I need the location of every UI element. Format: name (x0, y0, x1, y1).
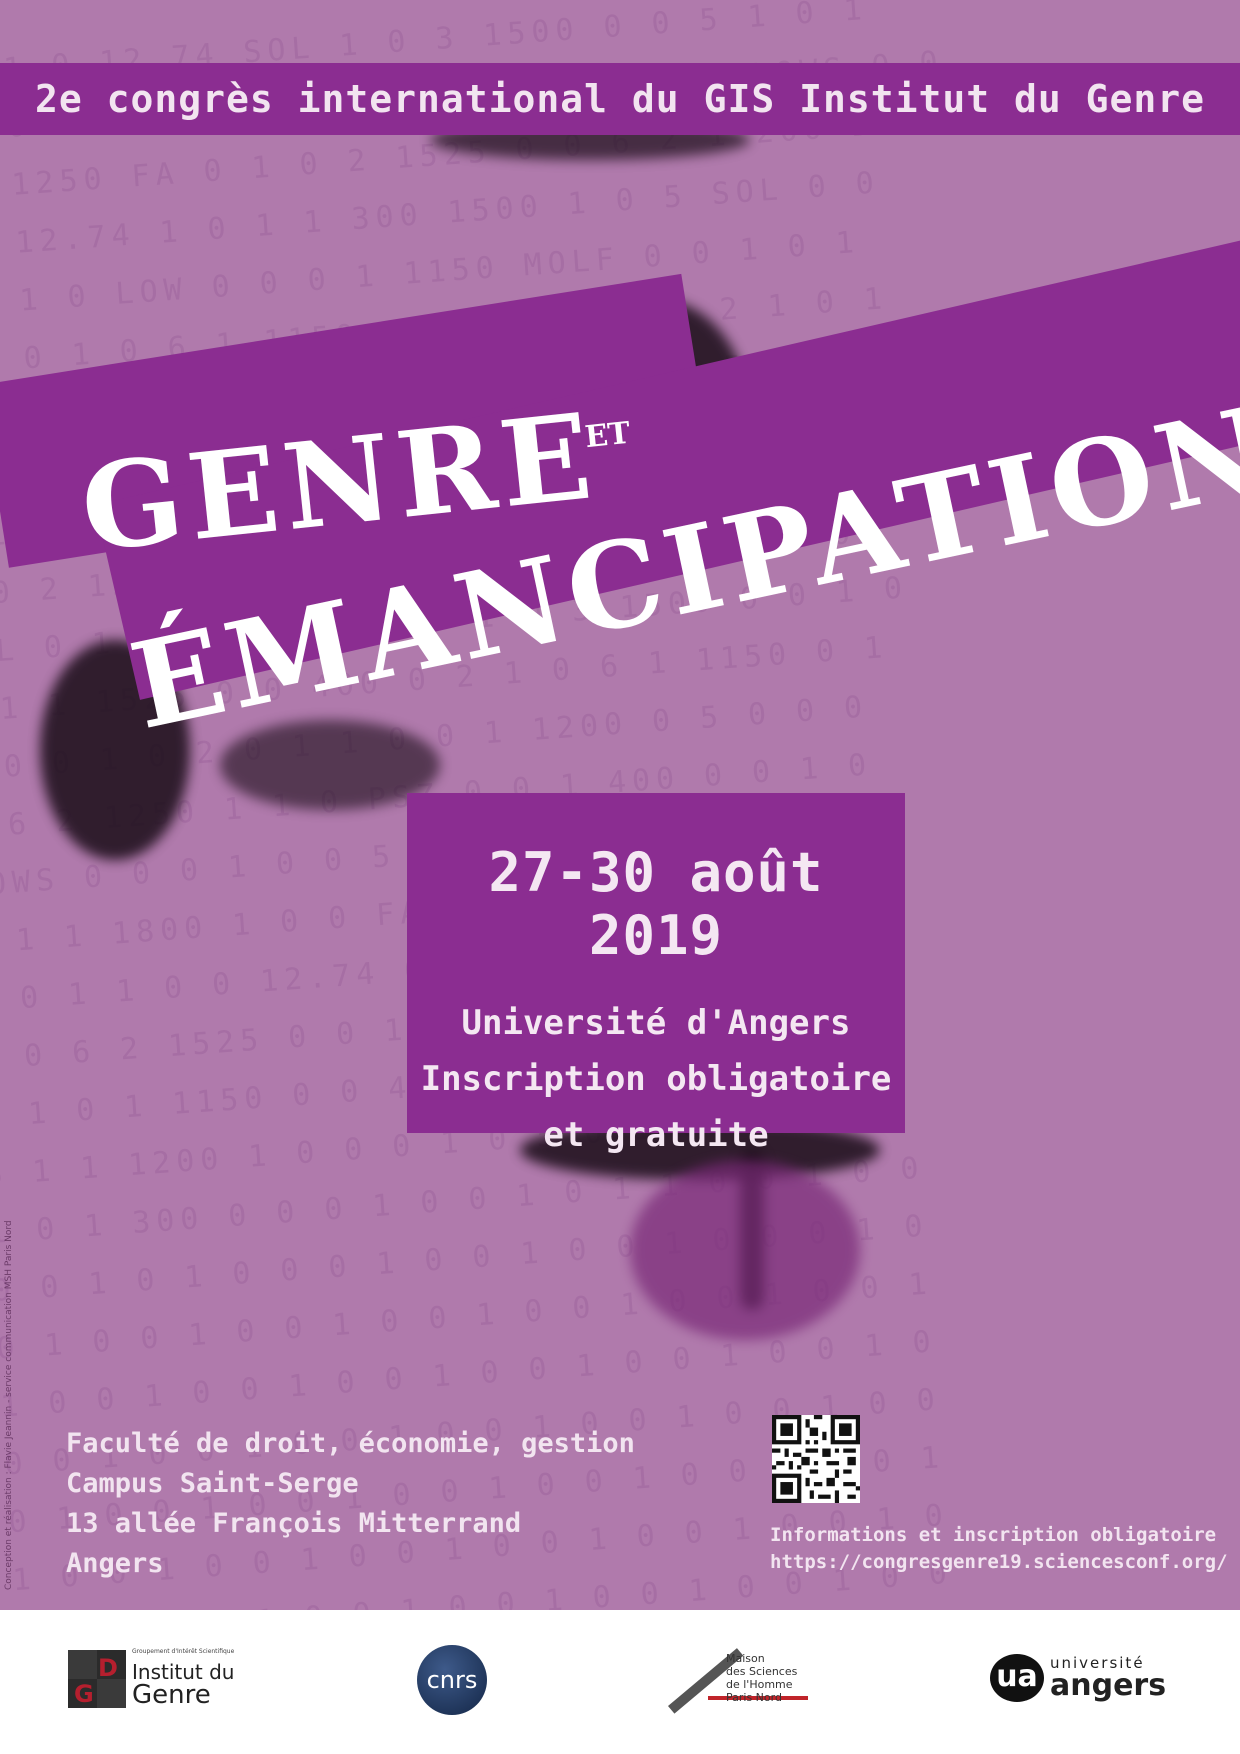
venue-line: Faculté de droit, économie, gestion (66, 1428, 635, 1459)
msh-name-line: de l'Homme Paris Nord (726, 1678, 793, 1704)
ink-splatter (630, 1160, 860, 1340)
svg-text:G: G (74, 1680, 94, 1708)
gis-institut-du-genre-logo: D G Groupement d'Intérêt Scientifique In… (68, 1648, 248, 1710)
universite-angers-logo: ua université angers (990, 1650, 1166, 1710)
gis-subtitle: Groupement d'Intérêt Scientifique (132, 1648, 235, 1655)
design-credit: Conception et réalisation : Flavie Jeann… (4, 1220, 14, 1590)
event-info-box: 27-30 août 2019 Université d'Angers Insc… (407, 793, 905, 1155)
registration-info: Informations et inscription obligatoire … (770, 1522, 1228, 1576)
cnrs-label: cnrs (426, 1666, 478, 1694)
gis-name-line-2: Genre (132, 1680, 211, 1710)
poster: 0 0 1 0 12.74 SOL 1 0 3 1500 0 0 5 1 0 1… (0, 0, 1240, 1610)
msh-paris-nord-logo: Maison des Sciences de l'Homme Paris Nor… (668, 1648, 810, 1714)
msh-name-line: Maison (726, 1652, 765, 1665)
ua-name-line-2: angers (1050, 1668, 1167, 1703)
venue-line: Angers (66, 1548, 164, 1579)
venue-address: Faculté de droit, économie, gestion Camp… (66, 1424, 635, 1584)
registration-label: Informations et inscription obligatoire (770, 1524, 1217, 1546)
event-dates: 27-30 août 2019 (488, 841, 824, 967)
venue-line: Campus Saint-Serge (66, 1468, 359, 1499)
ua-logo-icon: ua (990, 1654, 1044, 1702)
title-conjunction: ET (583, 415, 632, 456)
gis-logo-icon: D G (68, 1650, 126, 1708)
qr-code-icon[interactable] (772, 1415, 860, 1503)
msh-name: Maison des Sciences de l'Homme Paris Nor… (726, 1652, 810, 1704)
registration-line-1: Inscription obligatoire (420, 1059, 892, 1099)
cnrs-logo: cnrs (417, 1645, 487, 1715)
event-location: Université d'Angers (461, 1003, 851, 1043)
registration-link[interactable]: https://congresgenre19.sciencesconf.org/ (770, 1549, 1228, 1576)
congress-banner: 2e congrès international du GIS Institut… (0, 63, 1240, 135)
msh-name-line: des Sciences (726, 1665, 798, 1678)
registration-line-2: et gratuite (543, 1115, 769, 1155)
venue-line: 13 allée François Mitterrand (66, 1508, 522, 1539)
congress-title: 2e congrès international du GIS Institut… (34, 77, 1206, 121)
svg-text:D: D (98, 1654, 118, 1682)
